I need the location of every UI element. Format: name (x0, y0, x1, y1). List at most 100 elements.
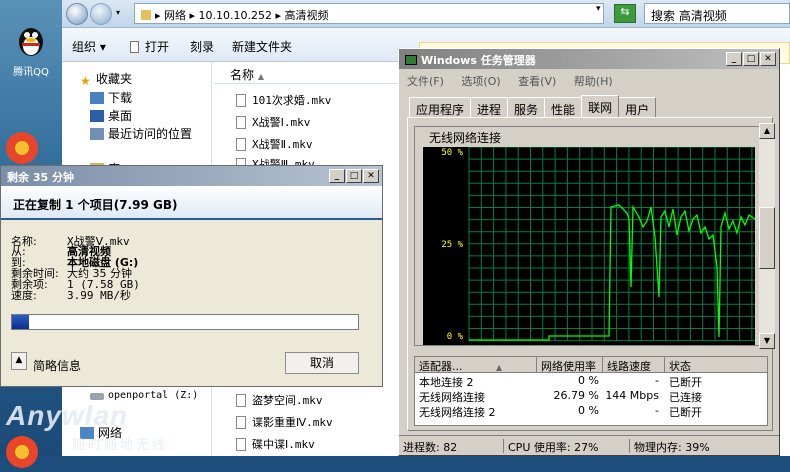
menu-help[interactable]: 帮助(H) (574, 75, 613, 88)
document-icon (130, 41, 139, 53)
scroll-thumb[interactable] (759, 207, 775, 269)
copy-dialog-title: 剩余 35 分钟 (7, 171, 74, 184)
graph-title: 无线网络连接 (425, 129, 506, 146)
tab-users[interactable]: 用户 (618, 97, 657, 117)
refresh-button[interactable]: ⇆ (614, 4, 636, 23)
menu-options[interactable]: 选项(O) (461, 75, 500, 88)
tab-strip: 应用程序 进程 服务 性能 联网 用户 (409, 95, 657, 117)
col-adapter[interactable]: 适配器... ▲ (415, 357, 537, 373)
table-row[interactable]: 本地连接 2 0 % - 已断开 (415, 373, 767, 389)
open-button[interactable]: 打开 (130, 38, 169, 55)
speed-value: 3.99 MB/秒 (67, 289, 131, 302)
speed-label: 速度: (11, 289, 37, 302)
task-manager-titlebar[interactable]: Windows 任务管理器 _ □ ✕ (399, 49, 779, 69)
task-manager-window: Windows 任务管理器 _ □ ✕ 文件(F) 选项(O) 查看(V) 帮助(H… (398, 48, 780, 456)
star-icon: ★ (80, 74, 91, 88)
col-usage[interactable]: 网络使用率 (537, 357, 603, 373)
adapter-usage: 0 % (578, 404, 599, 417)
tab-networking[interactable]: 联网 (581, 95, 620, 117)
minimize-button[interactable]: _ (329, 169, 345, 183)
table-row[interactable]: 无线网络连接 2 0 % - 已断开 (415, 403, 767, 419)
forward-button[interactable] (90, 3, 112, 25)
qq-shortcut[interactable]: 腾讯QQ (6, 22, 56, 78)
search-input[interactable]: 搜索 高清视频 (644, 3, 790, 24)
search-placeholder: 搜索 高清视频 (651, 9, 727, 23)
status-bar: 进程数: 82 CPU 使用率: 27% 物理内存: 39% (399, 435, 779, 455)
nav-desktop-label: 桌面 (108, 109, 133, 123)
tab-applications[interactable]: 应用程序 (409, 97, 472, 117)
status-memory: 物理内存: 39% (629, 439, 710, 454)
qq-penguin-icon (19, 28, 43, 56)
y-axis-label: 0 % (447, 332, 464, 342)
menu-file[interactable]: 文件(F) (407, 75, 444, 88)
new-folder-button[interactable]: 新建文件夹 (232, 38, 292, 55)
name-column-header[interactable]: 名称 ▲ (214, 62, 404, 84)
nav-favorites-label: 收藏夹 (96, 72, 133, 86)
recent-places-icon (90, 128, 104, 140)
list-item[interactable]: 101次求婚.mkv (236, 92, 331, 108)
list-item[interactable]: 谍影重重Ⅳ.mkv (236, 414, 333, 430)
tab-performance[interactable]: 性能 (544, 97, 583, 117)
adapter-speed: - (655, 374, 659, 387)
scroll-down-button[interactable]: ▼ (759, 333, 775, 349)
cancel-button[interactable]: 取消 (285, 352, 359, 374)
nav-recent[interactable]: 最近访问的位置 (90, 125, 192, 142)
qq-label: 腾讯QQ (13, 67, 49, 78)
file-name: 盗梦空间.mkv (252, 394, 323, 407)
burn-button[interactable]: 刻录 (190, 38, 214, 55)
folder-icon (141, 10, 151, 20)
scroll-up-button[interactable]: ▲ (759, 123, 775, 139)
col-link-speed[interactable]: 线路速度 (603, 357, 665, 373)
tab-processes[interactable]: 进程 (470, 97, 509, 117)
address-dropdown-icon[interactable]: ▾ (596, 4, 601, 14)
nav-desktop[interactable]: 桌面 (90, 107, 132, 124)
menu-view[interactable]: 查看(V) (518, 75, 556, 88)
nav-downloads[interactable]: 下载 (90, 89, 132, 106)
tm-close-button[interactable]: ✕ (760, 52, 776, 66)
adapter-usage: 26.79 % (553, 389, 599, 402)
adapter-status: 已断开 (669, 406, 702, 419)
maximize-button[interactable]: □ (346, 169, 362, 183)
progress-fill (12, 315, 30, 329)
list-item[interactable]: 碟中谍Ⅰ.mkv (236, 436, 315, 452)
close-button[interactable]: ✕ (363, 169, 379, 183)
copy-progress-dialog: 剩余 35 分钟 _ □ ✕ 正在复制 1 个项目(7.99 GB) 名称: X战警Ⅴ… (0, 165, 383, 387)
status-processes: 进程数: 82 (403, 441, 458, 454)
network-usage-line (469, 204, 756, 341)
address-input[interactable]: ▸ 网络 ▸ 10.10.10.252 ▸ 高清视频 (134, 3, 604, 24)
status-cpu: CPU 使用率: 27% (503, 439, 629, 454)
col-status[interactable]: 状态 (665, 357, 769, 373)
details-toggle-button[interactable]: ▲ (11, 352, 27, 370)
y-axis-label: 25 % (441, 240, 463, 250)
tm-maximize-button[interactable]: □ (743, 52, 759, 66)
back-button[interactable] (66, 3, 88, 25)
name-column-label: 名称 (230, 68, 255, 82)
panel-scrollbar[interactable]: ▲ ▼ (759, 123, 775, 349)
open-label: 打开 (145, 40, 170, 54)
adapter-table-header: 适配器... ▲ 网络使用率 线路速度 状态 (415, 357, 767, 373)
tab-services[interactable]: 服务 (507, 97, 546, 117)
copy-dialog-titlebar[interactable]: 剩余 35 分钟 _ □ ✕ (1, 166, 382, 186)
speed-row: 速度: 3.99 MB/秒 (11, 290, 131, 301)
adapter-speed: - (655, 404, 659, 417)
nav-favorites[interactable]: ★ 收藏夹 (80, 70, 133, 88)
sort-ascending-icon: ▲ (257, 72, 264, 81)
list-item[interactable]: X战警Ⅱ.mkv (236, 136, 313, 152)
list-item[interactable]: 盗梦空间.mkv (236, 392, 323, 408)
list-item[interactable]: X战警Ⅰ.mkv (236, 114, 310, 130)
details-label[interactable]: 简略信息 (33, 357, 81, 374)
adapter-usage: 0 % (578, 374, 599, 387)
task-manager-icon (405, 55, 417, 65)
recent-pages-chevron-icon[interactable]: ▾ (116, 8, 120, 17)
file-icon (236, 94, 246, 107)
file-icon (236, 416, 246, 429)
organize-button[interactable]: 组织 ▾ (72, 38, 106, 55)
desktop-folder-icon (90, 110, 104, 122)
table-row[interactable]: 无线网络连接 26.79 % 144 Mbps 已连接 (415, 388, 767, 404)
network-usage-graph: 50 % 25 % 0 % (423, 146, 756, 345)
address-bar-area: ▾ ▸ 网络 ▸ 10.10.10.252 ▸ 高清视频 ▾ ⇆ 搜索 高清视频 (62, 0, 790, 28)
nav-downloads-label: 下载 (108, 91, 133, 105)
tm-minimize-button[interactable]: _ (726, 52, 742, 66)
col-adapter-label: 适配器... (419, 360, 463, 373)
file-name: X战警Ⅱ.mkv (252, 138, 313, 151)
